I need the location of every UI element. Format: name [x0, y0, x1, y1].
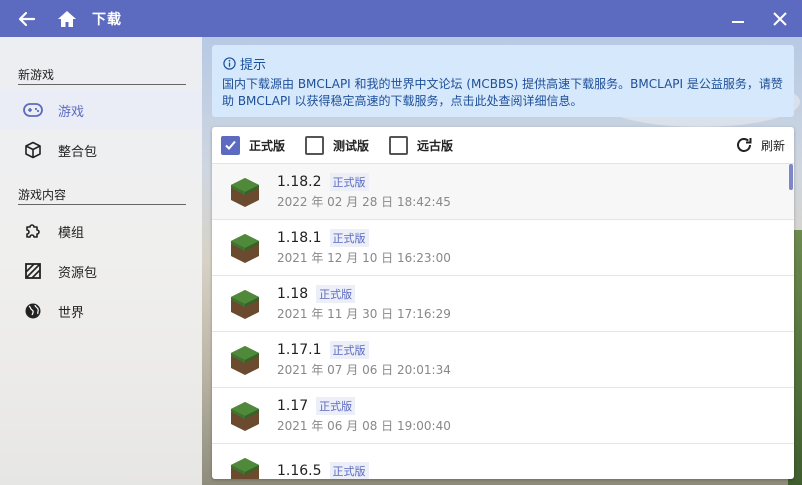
release-date: 2021 年 11 月 30 日 17:16:29: [277, 307, 451, 321]
sidebar-item-game[interactable]: 游戏: [0, 90, 202, 130]
minimize-button[interactable]: [728, 9, 748, 29]
version-list: 1.18.2 正式版 2022 年 02 月 28 日 18:42:45 1.18…: [212, 164, 794, 479]
version-tag: 正式版: [329, 229, 369, 247]
version-number: 1.16.5: [277, 462, 322, 479]
hint-text: 国内下载源由 BMCLAPI 和我的世界中文论坛 (MCBBS) 提供高速下载服…: [222, 77, 783, 108]
version-number: 1.17: [277, 398, 309, 414]
filter-label: 远古版: [417, 138, 454, 153]
sidebar-item-label: 资源包: [58, 265, 98, 281]
scrollbar[interactable]: [789, 164, 793, 190]
checkbox[interactable]: [305, 135, 325, 155]
version-number: 1.18: [277, 286, 309, 302]
globe-icon: [22, 300, 44, 322]
release-date: 2021 年 06 月 08 日 19:00:40: [277, 419, 451, 433]
grass-block-icon: [231, 401, 259, 431]
filter-old[interactable]: 远古版: [389, 135, 454, 155]
sidebar-item-resourcepacks[interactable]: 资源包: [0, 251, 202, 291]
release-date: 2021 年 07 月 06 日 20:01:34: [277, 363, 451, 377]
version-row[interactable]: 1.18.1 正式版 2021 年 12 月 10 日 16:23:00: [212, 220, 794, 276]
sidebar-item-label: 整合包: [58, 144, 98, 160]
sidebar-item-label: 世界: [58, 305, 85, 321]
version-tag: 正式版: [329, 341, 369, 359]
release-date: 2021 年 12 月 10 日 16:23:00: [277, 251, 451, 265]
grass-block-icon: [231, 457, 259, 479]
filter-label: 正式版: [249, 138, 286, 153]
home-icon: [58, 10, 76, 27]
cube-icon: [22, 139, 44, 161]
back-button[interactable]: [16, 8, 38, 30]
title-bar: 下载: [0, 0, 802, 37]
version-number: 1.18.2: [277, 174, 322, 190]
grass-block-icon: [231, 289, 259, 319]
check-icon: [225, 140, 236, 150]
refresh-label: 刷新: [760, 138, 785, 153]
section-new-game: 新游戏: [18, 68, 55, 82]
divider: [18, 84, 186, 85]
sidebar-item-worlds[interactable]: 世界: [0, 291, 202, 331]
version-row[interactable]: 1.17 正式版 2021 年 06 月 08 日 19:00:40: [212, 388, 794, 444]
close-button[interactable]: [770, 9, 790, 29]
sidebar-item-modpack[interactable]: 整合包: [0, 130, 202, 170]
grass-block-icon: [231, 345, 259, 375]
sidebar: 新游戏 游戏 整合包 游戏内容 模组 资源包 世界: [0, 37, 202, 485]
puzzle-icon: [22, 220, 44, 242]
version-tag: 正式版: [316, 397, 356, 415]
filter-snapshot[interactable]: 测试版: [305, 135, 370, 155]
grass-block-icon: [231, 233, 259, 263]
hint-title: 提示: [240, 58, 267, 73]
minimize-icon: [732, 20, 744, 23]
filter-release[interactable]: 正式版: [221, 135, 286, 155]
version-row[interactable]: 1.18 正式版 2021 年 11 月 30 日 17:16:29: [212, 276, 794, 332]
texture-icon: [22, 260, 44, 282]
version-row[interactable]: 1.17.1 正式版 2021 年 07 月 06 日 20:01:34: [212, 332, 794, 388]
page-title: 下载: [92, 11, 122, 28]
release-date: 2022 年 02 月 28 日 18:42:45: [277, 195, 451, 209]
checkbox[interactable]: [389, 135, 409, 155]
checkbox-checked[interactable]: [221, 135, 240, 155]
home-button[interactable]: [56, 8, 78, 30]
refresh-icon: [737, 138, 752, 152]
version-tag: 正式版: [316, 285, 356, 303]
refresh-button[interactable]: 刷新: [735, 136, 785, 154]
sidebar-item-label: 模组: [58, 225, 85, 241]
version-number: 1.17.1: [277, 342, 322, 358]
close-icon: [773, 11, 787, 26]
gamepad-icon: [22, 99, 44, 121]
hint-header: 提示: [222, 54, 784, 73]
version-panel: 正式版 测试版 远古版 刷新 1.18.2 正式版 2022 年 02 月 28 …: [212, 127, 794, 479]
version-row[interactable]: 1.18.2 正式版 2022 年 02 月 28 日 18:42:45: [212, 164, 794, 220]
version-row[interactable]: 1.16.5 正式版: [212, 444, 794, 479]
arrow-left-icon: [18, 11, 36, 26]
version-tag: 正式版: [329, 461, 369, 479]
grass-block-icon: [231, 177, 259, 207]
version-tag: 正式版: [329, 173, 369, 191]
divider: [18, 204, 186, 205]
version-number: 1.18.1: [277, 230, 322, 246]
filter-bar: 正式版 测试版 远古版 刷新: [212, 127, 794, 164]
sidebar-item-label: 游戏: [58, 104, 85, 120]
filter-label: 测试版: [333, 138, 370, 153]
hint-box[interactable]: 提示 国内下载源由 BMCLAPI 和我的世界中文论坛 (MCBBS) 提供高速…: [212, 45, 794, 117]
section-game-content: 游戏内容: [18, 188, 67, 202]
info-icon: [222, 57, 236, 71]
sidebar-item-mods[interactable]: 模组: [0, 211, 202, 251]
